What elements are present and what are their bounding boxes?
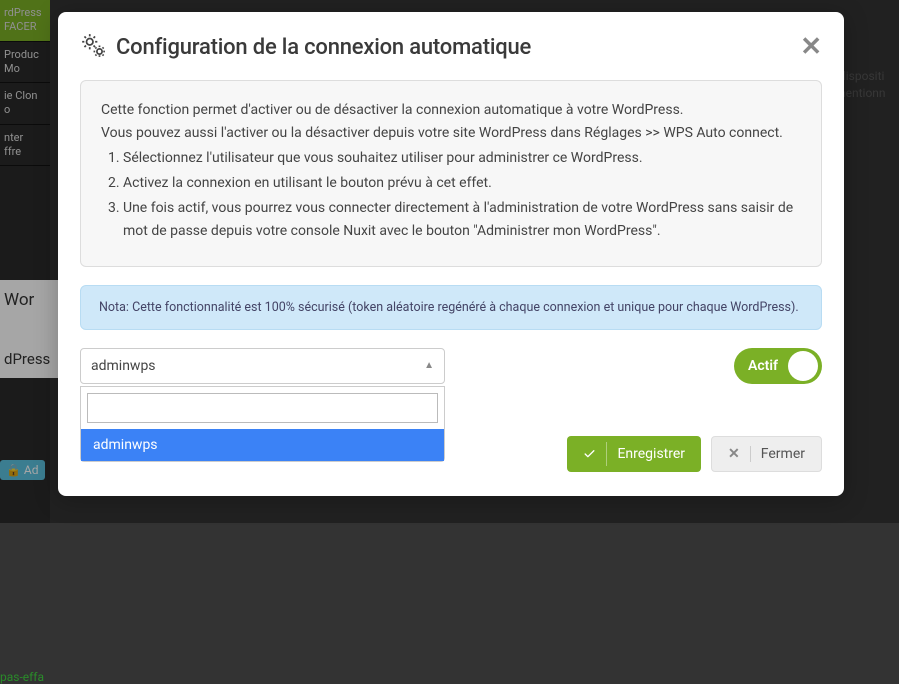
step-item: Sélectionnez l'utilisateur que vous souh… <box>123 147 801 170</box>
close-button-label: Fermer <box>761 446 805 462</box>
user-select[interactable]: adminwps ▲ adminwps <box>80 348 445 384</box>
user-select-search-wrap <box>81 387 444 429</box>
save-button-label: Enregistrer <box>617 446 685 462</box>
user-select-dropdown: adminwps <box>80 386 445 462</box>
intro-line: Vous pouvez aussi l'activer ou la désact… <box>101 122 801 145</box>
dialog-header: Configuration de la connexion automatiqu… <box>80 32 822 62</box>
intro-line: Cette fonction permet d'activer ou de dé… <box>101 99 801 122</box>
info-box: Cette fonction permet d'activer ou de dé… <box>80 80 822 267</box>
active-toggle[interactable]: Actif <box>734 348 822 384</box>
close-button[interactable]: ✕ Fermer <box>711 436 822 472</box>
step-item: Une fois actif, vous pourrez vous connec… <box>123 197 801 243</box>
user-select-option[interactable]: adminwps <box>81 429 444 461</box>
steps-list: Sélectionnez l'utilisateur que vous souh… <box>101 147 801 243</box>
dialog-title: Configuration de la connexion automatiqu… <box>116 35 531 60</box>
user-select-value: adminwps <box>91 358 156 374</box>
chevron-down-icon: ▲ <box>424 360 434 371</box>
user-select-display[interactable]: adminwps ▲ <box>80 348 445 384</box>
check-icon <box>583 442 607 466</box>
close-icon: ✕ <box>728 446 751 462</box>
note-box: Nota: Cette fonctionnalité est 100% sécu… <box>80 285 822 330</box>
control-row: adminwps ▲ adminwps Actif <box>80 348 822 384</box>
save-button[interactable]: Enregistrer <box>567 436 701 472</box>
autoconnect-dialog: Configuration de la connexion automatiqu… <box>58 12 844 496</box>
step-item: Activez la connexion en utilisant le bou… <box>123 172 801 195</box>
user-select-search-input[interactable] <box>87 393 438 423</box>
toggle-knob <box>788 351 818 381</box>
gears-icon <box>80 32 106 62</box>
toggle-label: Actif <box>748 358 778 374</box>
close-icon[interactable]: ✕ <box>800 34 822 60</box>
